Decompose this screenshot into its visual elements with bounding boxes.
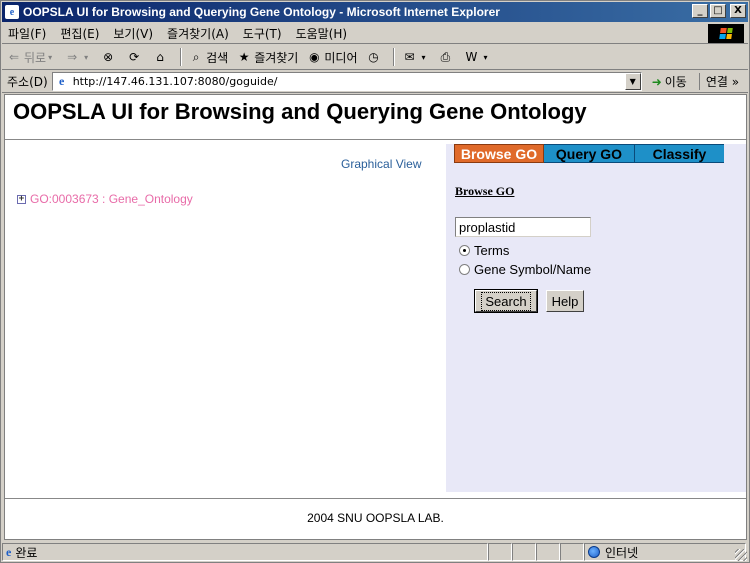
menu-favorites[interactable]: 즐겨찾기(A) (167, 25, 229, 42)
search-button[interactable]: Search (474, 289, 538, 313)
tab-query-go[interactable]: Query GO (544, 144, 634, 163)
radio-terms-label: Terms (474, 243, 510, 258)
status-text: 완료 (15, 545, 38, 560)
radio-gene-label: Gene Symbol/Name (474, 262, 592, 277)
links-button[interactable]: 연결 » (698, 73, 739, 90)
tree-node-label[interactable]: GO:0003673 : Gene_Ontology (30, 192, 193, 206)
status-text-cell: e 완료 (2, 543, 488, 561)
home-button[interactable]: ⌂ (152, 49, 170, 65)
forward-arrow-icon: ⇒ (67, 50, 78, 64)
stop-button[interactable]: ⊗ (100, 49, 118, 65)
zone-text: 인터넷 (605, 545, 639, 560)
print-button[interactable]: ⎙ (437, 49, 455, 65)
go-arrow-icon: ➜ (651, 74, 662, 89)
top-divider (5, 139, 746, 140)
favorites-button[interactable]: ★ 즐겨찾기 (236, 49, 299, 66)
close-button[interactable]: X (730, 4, 746, 18)
maximize-button[interactable]: □ (710, 4, 726, 18)
page-done-icon: e (6, 544, 12, 559)
toolbar-separator (393, 48, 396, 66)
address-dropdown-button[interactable]: ▼ (624, 73, 641, 90)
page-viewport: OOPSLA UI for Browsing and Querying Gene… (4, 94, 747, 540)
menu-file[interactable]: 파일(F) (8, 25, 46, 42)
chevron-down-icon: ▾ (421, 52, 426, 62)
menu-tools[interactable]: 도구(T) (243, 25, 282, 42)
status-cell (560, 543, 584, 561)
radio-button-checked[interactable] (459, 245, 470, 256)
tab-bar: Browse GO Query GO Classify (454, 144, 724, 163)
menu-edit[interactable]: 편집(E) (60, 25, 99, 42)
go-label: 이동 (664, 75, 687, 89)
status-cell (536, 543, 560, 561)
history-button[interactable]: ◷ (365, 49, 383, 65)
mail-button[interactable]: ✉ ▾ (401, 49, 429, 65)
bottom-divider (5, 498, 746, 499)
status-bar: e 완료 인터넷 (2, 542, 748, 562)
status-cell (512, 543, 536, 561)
refresh-icon: ⟳ (129, 50, 140, 64)
print-icon: ⎙ (440, 49, 451, 64)
radio-terms[interactable]: Terms (459, 243, 509, 258)
address-input[interactable]: e http://147.46.131.107:8080/goguide/ ▼ (51, 72, 642, 91)
tab-browse-go[interactable]: Browse GO (454, 144, 544, 163)
media-icon: ◉ (309, 50, 320, 64)
browse-panel: Browse GO Query GO Classify Browse GO Te… (446, 144, 746, 492)
address-label: 주소(D) (7, 75, 48, 89)
radio-gene-symbol[interactable]: Gene Symbol/Name (459, 262, 591, 277)
edit-button[interactable]: W ▾ (463, 49, 491, 65)
back-arrow-icon: ⇐ (8, 50, 20, 64)
graphical-view-link[interactable]: Graphical View (341, 157, 421, 171)
title-bar: e OOPSLA UI for Browsing and Querying Ge… (2, 2, 748, 22)
windows-logo-icon (708, 24, 744, 43)
refresh-button[interactable]: ⟳ (126, 49, 144, 65)
minimize-button[interactable]: _ (692, 4, 708, 18)
radio-button[interactable] (459, 264, 470, 275)
home-icon: ⌂ (156, 50, 164, 64)
chevron-down-icon: ▾ (48, 52, 53, 62)
page-icon: e (59, 74, 65, 88)
expand-plus-icon[interactable]: + (17, 194, 26, 204)
window-title: OOPSLA UI for Browsing and Querying Gene… (23, 5, 500, 19)
address-bar: 주소(D) e http://147.46.131.107:8080/gogui… (2, 71, 748, 93)
footer-text: 2004 SNU OOPSLA LAB. (307, 511, 444, 525)
favorites-icon: ★ (238, 50, 250, 64)
search-input[interactable] (455, 217, 591, 237)
ie-icon: e (5, 5, 19, 19)
media-button[interactable]: ◉ 미디어 (306, 49, 357, 66)
mail-icon: ✉ (404, 50, 415, 64)
toolbar: ⇐ 뒤로 ▾ ⇒ ▾ ⊗ ⟳ ⌂ ⌕ 검색 ★ 즐겨찾기 ◉ 미디어 ◷ ✉ ▾… (2, 45, 748, 70)
back-button[interactable]: ⇐ 뒤로 ▾ (6, 49, 56, 66)
tree-node: + GO:0003673 : Gene_Ontology (17, 192, 193, 206)
chevron-down-icon: ▾ (483, 52, 488, 62)
address-url[interactable]: http://147.46.131.107:8080/goguide/ (73, 75, 278, 88)
toolbar-separator (180, 48, 183, 66)
section-heading: Browse GO (455, 184, 515, 198)
zone-cell: 인터넷 (584, 543, 746, 561)
favorites-label: 즐겨찾기 (254, 50, 299, 65)
word-edit-icon: W (465, 50, 478, 64)
page-title: OOPSLA UI for Browsing and Querying Gene… (13, 99, 587, 124)
menu-view[interactable]: 보기(V) (113, 25, 153, 42)
history-icon: ◷ (368, 50, 379, 64)
resize-grip[interactable] (735, 549, 747, 561)
go-button[interactable]: ➜ 이동 (652, 73, 687, 90)
search-icon: ⌕ (192, 49, 200, 64)
back-label: 뒤로 (24, 50, 47, 65)
browser-window: e OOPSLA UI for Browsing and Querying Ge… (0, 0, 750, 563)
help-button[interactable]: Help (546, 290, 584, 312)
media-label: 미디어 (324, 50, 358, 65)
search-button[interactable]: ⌕ 검색 (188, 49, 228, 66)
search-label: 검색 (206, 50, 229, 65)
search-button-label: Search (481, 291, 531, 311)
menu-bar: 파일(F) 편집(E) 보기(V) 즐겨찾기(A) 도구(T) 도움말(H) (2, 23, 748, 44)
stop-icon: ⊗ (103, 50, 114, 64)
menu-help[interactable]: 도움말(H) (296, 25, 348, 42)
help-button-label: Help (551, 293, 579, 309)
forward-button[interactable]: ⇒ ▾ (64, 49, 92, 65)
tab-classify[interactable]: Classify (634, 144, 724, 163)
internet-globe-icon (588, 546, 600, 558)
chevron-down-icon: ▾ (84, 52, 89, 62)
status-cell (488, 543, 512, 561)
